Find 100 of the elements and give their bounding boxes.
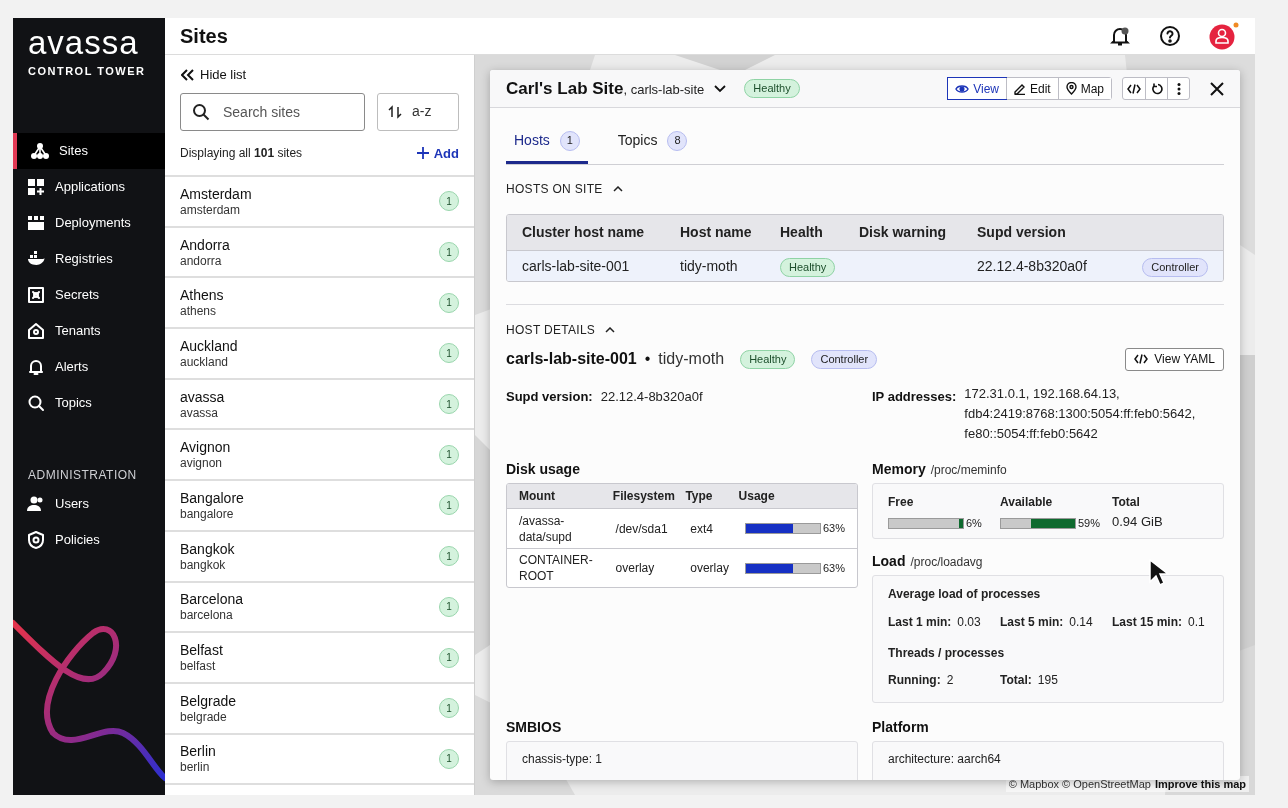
site-slug: athens — [180, 304, 218, 319]
chevron-up-icon — [605, 327, 616, 333]
field-value: 0.14 — [1069, 614, 1093, 631]
view-mode-tab[interactable]: Map — [1057, 78, 1111, 99]
site-list-item[interactable]: Auckland auckland 1 — [165, 329, 474, 380]
nav-item[interactable]: Topics — [13, 384, 165, 421]
site-list-item[interactable]: Bangalore bangalore 1 — [165, 481, 474, 532]
nav-item[interactable]: Applications — [13, 168, 165, 205]
site-slug: , carls-lab-site — [623, 80, 705, 99]
count-badge: 1 — [559, 130, 580, 151]
search-field[interactable]: Search sites — [180, 92, 365, 131]
table-cell-text: carls-lab-site-001 — [522, 256, 631, 276]
brand-subtitle: CONTROL TOWER — [27, 64, 147, 79]
brand-logo: avassa — [27, 23, 140, 59]
field-value: 172.31.0.1, 192.168.64.13, — [964, 385, 1121, 403]
section-toggle[interactable]: HOSTS ON SITE — [506, 180, 623, 198]
table-cell-text: 22.12.4-8b320a0f — [977, 256, 1088, 276]
nav-item[interactable]: Registries — [13, 240, 165, 277]
host-count-badge: 1 — [439, 596, 459, 617]
users-icon — [27, 494, 45, 513]
field-value: 195 — [1037, 672, 1058, 689]
column-header: Filesystem — [612, 488, 676, 505]
field-label: Total: — [1000, 672, 1032, 689]
section-title: SMBIOS — [506, 718, 563, 737]
table-cell-text: /dev/sda1 — [615, 520, 669, 538]
site-list-item[interactable]: Amsterdam amsterdam 1 — [165, 177, 474, 228]
help-icon[interactable] — [1159, 25, 1181, 47]
site-list-item[interactable]: Athens athens 1 — [165, 278, 474, 330]
field-label: Last 1 min: — [888, 614, 952, 631]
host-count-badge: 1 — [439, 292, 459, 313]
table-cell-text: ext4 — [690, 520, 714, 538]
view-mode-tab[interactable]: Edit — [1005, 78, 1058, 99]
memory-reading: 6% — [966, 516, 982, 531]
site-name: Avignon — [180, 439, 231, 457]
table-cell-text: tidy-moth — [680, 256, 739, 276]
nav-item[interactable]: Users — [13, 485, 165, 522]
grid-icon — [27, 213, 45, 232]
site-slug: avassa — [180, 405, 220, 420]
search-icon — [192, 102, 210, 121]
chevron-down-icon[interactable] — [714, 84, 727, 93]
sites-icon — [31, 141, 49, 160]
nav-item[interactable]: Policies — [13, 521, 165, 558]
section-toggle[interactable]: HOST DETAILS — [506, 321, 616, 339]
notification-bell-icon[interactable] — [1109, 25, 1131, 47]
site-name: Barcelona — [180, 591, 244, 609]
subheading: Average load of processes — [888, 586, 1042, 603]
field-value: 22.12.4-8b320a0f — [600, 388, 703, 406]
site-name: Auckland — [180, 337, 238, 355]
add-site-link[interactable]: Add — [416, 143, 459, 163]
close-icon[interactable] — [1210, 81, 1224, 96]
site-count-text: Displaying all 101 sites — [180, 145, 303, 163]
field-label: Last 5 min: — [1000, 614, 1064, 631]
site-slug: barcelona — [180, 608, 234, 623]
chevron-up-icon — [612, 186, 623, 192]
field-value: fe80::5054:ff:feb0:5642 — [964, 425, 1099, 443]
eye-icon — [955, 83, 970, 94]
view-yaml-button[interactable]: View YAML — [1125, 347, 1224, 371]
table-row[interactable]: carls-lab-site-001 tidy-moth Healthy 22.12.4-8b320a0f Controller — [507, 251, 1223, 281]
nav-item[interactable]: Tenants — [13, 312, 165, 349]
site-list-item[interactable]: Berlin berlin 1 — [165, 734, 474, 786]
site-list-item[interactable]: Belgrade belgrade 1 — [165, 683, 474, 735]
nav-item[interactable]: Sites — [13, 132, 165, 169]
usage-reading: 63% — [822, 560, 845, 576]
field-value: fdb4:2419:8768:1300:5054:ff:feb0:5642, — [964, 405, 1196, 423]
site-list-item[interactable]: Bangkok bangkok 1 — [165, 531, 474, 583]
health-badge: Healthy — [780, 257, 836, 277]
host-count-badge: 1 — [439, 647, 459, 668]
site-list-item[interactable]: Andorra andorra 1 — [165, 227, 474, 279]
improve-map-link[interactable]: Improve this map — [1154, 775, 1246, 792]
nav-item[interactable]: Alerts — [13, 348, 165, 385]
site-list-item[interactable]: Barcelona barcelona 1 — [165, 582, 474, 634]
sort-icon — [388, 104, 402, 119]
host-count-badge: 1 — [439, 748, 459, 769]
applications-icon — [27, 177, 45, 196]
table-cell-text: overlay — [690, 560, 730, 577]
site-slug: belfast — [180, 659, 217, 674]
source-path: /proc/loadavg — [910, 554, 983, 571]
field-label: Running: — [888, 672, 941, 689]
site-name: Bangalore — [180, 489, 244, 507]
field-value: 2 — [946, 672, 954, 689]
source-path: /proc/meminfo — [930, 462, 1007, 479]
nav-item[interactable]: Secrets — [13, 276, 165, 313]
info-line: architecture: aarch64 — [888, 751, 1002, 768]
hide-list-button[interactable]: Hide list — [181, 65, 247, 85]
host-count-badge: 1 — [439, 444, 459, 465]
tab[interactable]: Hosts 1 — [506, 130, 588, 164]
column-header: Usage — [738, 488, 776, 505]
pin-icon — [1065, 82, 1077, 95]
site-list-item[interactable]: Belfast belfast 1 — [165, 633, 474, 684]
view-mode-tab[interactable]: View — [948, 78, 1006, 99]
field-label: Supd version: — [506, 388, 593, 406]
site-list-item[interactable]: avassa avassa 1 — [165, 379, 474, 431]
section-title: Disk usage — [506, 460, 581, 479]
sort-dropdown[interactable]: a-z — [377, 92, 459, 131]
user-avatar[interactable] — [1209, 22, 1239, 50]
section-title: Memory — [872, 460, 926, 479]
site-list-item[interactable]: Avignon avignon 1 — [165, 430, 474, 482]
nav-item[interactable]: Deployments — [13, 204, 165, 241]
tab[interactable]: Topics 8 — [609, 130, 696, 164]
field-label: Available — [1000, 494, 1054, 511]
